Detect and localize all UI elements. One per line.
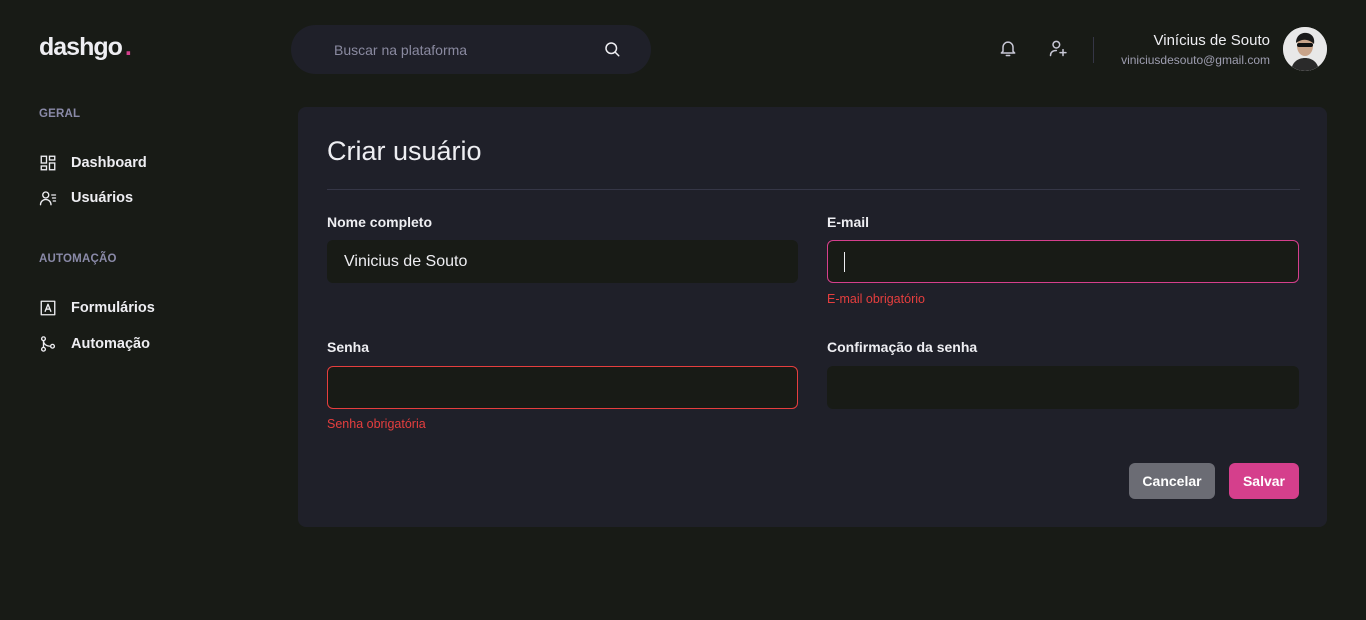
password-input[interactable] bbox=[344, 378, 781, 397]
email-error: E-mail obrigatório bbox=[827, 292, 925, 306]
password-confirmation-field[interactable] bbox=[827, 366, 1299, 409]
user-name: Vinícius de Souto bbox=[1153, 32, 1270, 49]
sidebar-item-formularios[interactable]: Formulários bbox=[39, 298, 155, 318]
save-button[interactable]: Salvar bbox=[1229, 463, 1299, 499]
add-user-icon[interactable] bbox=[1048, 38, 1068, 58]
section-title-automacao: AUTOMAÇÃO bbox=[39, 253, 117, 265]
password-error: Senha obrigatória bbox=[327, 417, 426, 431]
name-input[interactable] bbox=[344, 252, 781, 271]
sidebar-item-label: Usuários bbox=[71, 190, 134, 206]
users-icon bbox=[39, 191, 57, 206]
sidebar-item-dashboard[interactable]: Dashboard bbox=[39, 153, 147, 173]
search-bar[interactable] bbox=[291, 25, 651, 74]
create-user-card: Criar usuário Nome completo E-mail E-mai… bbox=[298, 107, 1327, 527]
logo-dot: . bbox=[124, 33, 132, 61]
logo-text: dashgo bbox=[39, 33, 123, 61]
cancel-button[interactable]: Cancelar bbox=[1129, 463, 1215, 499]
page-title: Criar usuário bbox=[327, 136, 482, 166]
sidebar-item-automacao[interactable]: Automação bbox=[39, 334, 150, 354]
search-icon[interactable] bbox=[603, 40, 621, 58]
email-field[interactable] bbox=[827, 240, 1299, 283]
user-email: viniciusdesouto@gmail.com bbox=[1121, 53, 1270, 67]
dashboard-icon bbox=[40, 155, 56, 171]
title-divider bbox=[327, 189, 1300, 190]
password-label: Senha bbox=[327, 339, 370, 355]
sidebar-item-label: Formulários bbox=[71, 300, 155, 316]
form-icon bbox=[40, 300, 56, 316]
bell-icon[interactable] bbox=[998, 38, 1018, 58]
user-profile[interactable]: Vinícius de Souto viniciusdesouto@gmail.… bbox=[1121, 32, 1270, 67]
password-field[interactable] bbox=[327, 366, 798, 409]
git-merge-icon bbox=[40, 336, 56, 352]
sidebar-item-label: Automação bbox=[71, 336, 150, 352]
password-confirmation-label: Confirmação da senha bbox=[827, 339, 978, 355]
header-divider bbox=[1093, 37, 1094, 63]
sidebar-item-label: Dashboard bbox=[71, 155, 147, 171]
search-input[interactable] bbox=[334, 41, 594, 58]
name-label: Nome completo bbox=[327, 214, 433, 230]
password-confirmation-input[interactable] bbox=[844, 378, 1282, 397]
sidebar-item-usuarios[interactable]: Usuários bbox=[39, 188, 133, 208]
name-field[interactable] bbox=[327, 240, 798, 283]
email-label: E-mail bbox=[827, 214, 870, 230]
email-input[interactable] bbox=[845, 252, 1282, 271]
logo[interactable]: dashgo. bbox=[39, 33, 132, 62]
section-title-geral: GERAL bbox=[39, 108, 81, 120]
avatar[interactable] bbox=[1283, 27, 1327, 71]
